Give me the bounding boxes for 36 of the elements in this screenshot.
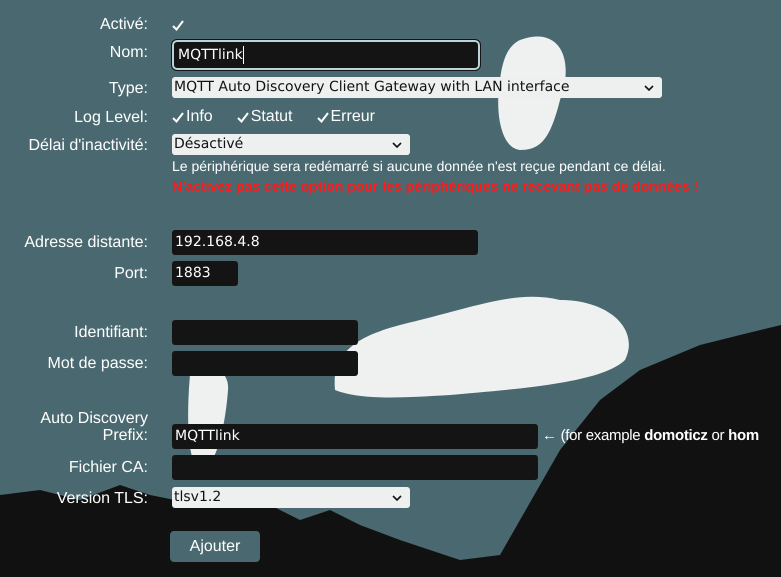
field-label: Délai d'inactivité:: [27, 136, 148, 154]
input-field[interactable]: [172, 455, 538, 480]
input-field[interactable]: MQTTlink: [172, 424, 538, 449]
chevron-down-icon: [392, 494, 402, 500]
field-label: Nom:: [108, 43, 148, 61]
check-icon[interactable]: [236, 111, 249, 123]
input-field[interactable]: 192.168.4.8: [172, 230, 478, 255]
check-icon[interactable]: [172, 111, 184, 123]
input-field[interactable]: [172, 320, 358, 345]
warning-text: N'activez pas cette option pour les périphériques ne recevant pas de données !: [172, 177, 698, 196]
field-label: Auto Discovery Prefix:: [39, 409, 148, 444]
field-label: Version TLS:: [56, 489, 148, 507]
input-field[interactable]: 1883: [172, 261, 238, 286]
field-label: Activé:: [98, 15, 148, 33]
dropdown[interactable]: tlsv1.2: [172, 487, 410, 508]
add-button[interactable]: Ajouter: [170, 531, 260, 562]
check-icon[interactable]: [172, 19, 184, 31]
field-label: Port:: [113, 264, 148, 282]
checkbox-label[interactable]: Info: [186, 105, 223, 129]
help-text: Le périphérique sera redémarré si aucune donnée n'est reçue pendant ce délai.: [172, 157, 667, 176]
hint-text: ← (for example domoticz or hom: [542, 426, 759, 446]
check-icon[interactable]: [316, 111, 328, 123]
dropdown[interactable]: MQTT Auto Discovery Client Gateway with LAN interface: [172, 77, 662, 98]
field-label: Mot de passe:: [46, 354, 148, 372]
field-label: Identifiant:: [73, 323, 148, 341]
field-label: Adresse distante:: [23, 233, 148, 251]
input-field[interactable]: MQTTlink: [172, 40, 480, 70]
dropdown[interactable]: Désactivé: [172, 134, 410, 155]
password-field[interactable]: [172, 351, 358, 376]
checkbox-label[interactable]: Erreur: [330, 105, 385, 129]
field-label: Fichier CA:: [68, 458, 148, 476]
checkbox-label[interactable]: Statut: [250, 105, 302, 129]
field-label: Log Level:: [73, 108, 148, 126]
chevron-down-icon: [644, 84, 654, 90]
chevron-down-icon: [392, 142, 402, 148]
field-label: Type:: [108, 79, 148, 97]
